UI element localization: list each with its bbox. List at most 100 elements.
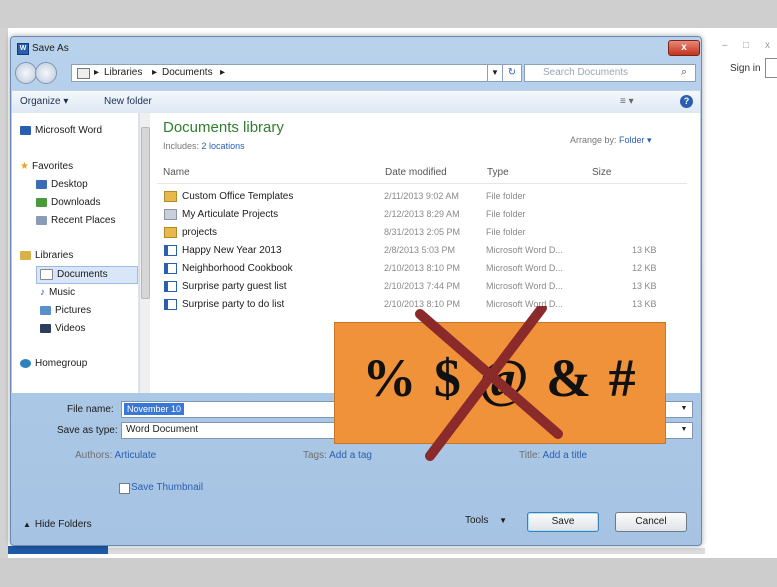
breadcrumb-separator-icon: ▸ (94, 67, 100, 78)
cancel-button[interactable]: Cancel (615, 512, 687, 532)
file-name-cell: My Articulate Projects (164, 209, 278, 220)
nav-item-videos[interactable]: Videos (40, 323, 85, 334)
includes-locations-link[interactable]: 2 locations (202, 141, 245, 151)
save-button[interactable]: Save (527, 512, 599, 532)
nav-item-music[interactable]: ♪ Music (40, 287, 75, 298)
folder-icon (164, 227, 177, 238)
nav-item-label: Pictures (55, 305, 92, 316)
authors-field: Authors: Articulate (75, 450, 156, 461)
help-icon[interactable]: ? (680, 95, 693, 108)
tools-label: Tools (465, 515, 489, 526)
new-folder-button[interactable]: New folder (104, 96, 152, 107)
view-options-icon[interactable]: ≡ ▾ (620, 96, 634, 107)
arrange-by-dropdown[interactable]: Folder ▾ (619, 135, 652, 145)
save-thumbnail-checkbox[interactable] (119, 483, 130, 494)
tools-menu[interactable]: Tools ▼ (465, 515, 507, 526)
dialog-title: Save As (32, 43, 69, 54)
close-button[interactable]: x (668, 40, 700, 56)
nav-item-microsoft-word[interactable]: Microsoft Word (20, 125, 102, 136)
breadcrumb-documents[interactable]: Documents (162, 67, 213, 78)
nav-item-label: Homegroup (35, 358, 88, 369)
library-title: Documents library (163, 119, 284, 136)
save-type-dropdown-icon[interactable]: ▼ (678, 423, 690, 436)
libraries-icon (20, 250, 31, 260)
minimize-icon[interactable]: – (722, 40, 728, 51)
column-header-name[interactable]: Name (163, 167, 190, 178)
nav-scrollbar-thumb[interactable] (141, 127, 150, 299)
music-icon: ♪ (40, 287, 45, 298)
tags-field: Tags: Add a tag (303, 450, 372, 461)
file-name: Surprise party to do list (182, 299, 285, 311)
column-header-type[interactable]: Type (487, 167, 509, 178)
file-name-label: File name: (67, 404, 114, 415)
hide-folders-button[interactable]: ▲ Hide Folders (23, 519, 92, 530)
breadcrumb-libraries[interactable]: Libraries (104, 67, 142, 78)
word-document-icon (164, 245, 177, 256)
nav-item-documents[interactable]: Documents (40, 269, 108, 280)
file-name-cell: Custom Office Templates (164, 191, 293, 202)
file-date: 2/8/2013 5:03 PM (384, 245, 456, 255)
search-icon[interactable]: ⌕ (681, 66, 687, 79)
authors-value[interactable]: Articulate (114, 450, 156, 461)
nav-item-label: Desktop (51, 179, 88, 190)
nav-item-downloads[interactable]: Downloads (36, 197, 100, 208)
close-icon[interactable]: x (765, 40, 770, 51)
column-header-size[interactable]: Size (592, 167, 611, 178)
address-dropdown-icon[interactable]: ▼ (487, 64, 503, 82)
file-name-dropdown-icon[interactable]: ▼ (678, 402, 690, 415)
star-icon: ★ (20, 161, 29, 172)
folder-icon (77, 68, 90, 79)
column-header-date[interactable]: Date modified (385, 167, 447, 178)
file-type: Microsoft Word D... (486, 245, 563, 255)
file-name: projects (182, 227, 218, 239)
table-row[interactable]: My Articulate Projects 2/12/2013 8:29 AM… (162, 207, 687, 224)
column-divider (157, 183, 687, 184)
tags-label: Tags: (303, 450, 327, 461)
maximize-icon[interactable]: □ (743, 40, 749, 51)
nav-scrollbar[interactable] (139, 113, 150, 393)
file-date: 8/31/2013 2:05 PM (384, 227, 461, 237)
back-button[interactable] (15, 62, 37, 84)
nav-favorites-header[interactable]: ★ Favorites (20, 161, 73, 172)
nav-item-homegroup[interactable]: Homegroup (20, 358, 87, 369)
nav-item-desktop[interactable]: Desktop (36, 179, 88, 190)
arrange-label: Arrange by: (570, 135, 617, 145)
tags-value[interactable]: Add a tag (329, 450, 372, 461)
navigation-pane: Microsoft Word ★ Favorites Desktop Downlo… (12, 113, 139, 393)
file-name: Custom Office Templates (182, 191, 294, 203)
includes-label: Includes: (163, 141, 200, 151)
organize-menu[interactable]: Organize ▾ (20, 96, 68, 107)
pictures-icon (40, 305, 51, 315)
save-thumbnail-label[interactable]: Save Thumbnail (131, 482, 203, 493)
desktop-icon (36, 179, 47, 189)
file-type: Microsoft Word D... (486, 263, 563, 273)
file-size: 12 KB (632, 263, 657, 273)
file-type: File folder (486, 227, 526, 237)
refresh-icon[interactable]: ↻ (502, 64, 522, 82)
search-input[interactable]: Search Documents ⌕ (524, 64, 696, 82)
file-name: Surprise party guest list (182, 281, 287, 293)
nav-item-label: Videos (55, 323, 86, 334)
file-date: 2/10/2013 8:10 PM (384, 263, 461, 273)
nav-item-recent-places[interactable]: Recent Places (36, 215, 115, 226)
nav-item-label: Favorites (31, 161, 74, 172)
word-document-icon (164, 263, 177, 274)
bottom-frame-strip (0, 558, 777, 587)
nav-libraries-header[interactable]: Libraries (20, 250, 73, 261)
file-name: My Articulate Projects (182, 209, 279, 221)
save-type-label: Save as type: (57, 425, 118, 436)
table-row[interactable]: Happy New Year 2013 2/8/2013 5:03 PM Mic… (162, 243, 687, 260)
progress-track (108, 548, 705, 554)
address-bar[interactable]: ▸ Libraries ▸ Documents ▸ (71, 64, 496, 82)
table-row[interactable]: Surprise party guest list 2/10/2013 7:44… (162, 279, 687, 296)
save-type-value: Word Document (126, 424, 199, 435)
project-folder-icon (164, 209, 177, 220)
file-type: Microsoft Word D... (486, 281, 563, 291)
nav-item-pictures[interactable]: Pictures (40, 305, 91, 316)
table-row[interactable]: Neighborhood Cookbook 2/10/2013 8:10 PM … (162, 261, 687, 278)
top-frame-strip (0, 0, 777, 28)
sign-in-link[interactable]: Sign in (730, 63, 761, 74)
forward-button[interactable] (35, 62, 57, 84)
table-row[interactable]: Custom Office Templates 2/11/2013 9:02 A… (162, 189, 687, 206)
table-row[interactable]: projects 8/31/2013 2:05 PM File folder (162, 225, 687, 242)
